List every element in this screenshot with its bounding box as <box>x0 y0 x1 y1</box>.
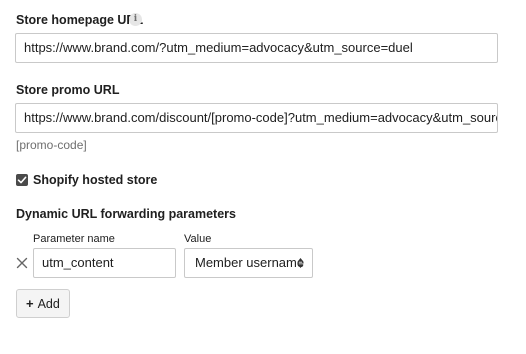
parameter-name-input[interactable]: utm_content <box>33 248 176 278</box>
store-homepage-url-input[interactable]: https://www.brand.com/?utm_medium=advoca… <box>15 33 498 63</box>
forwarding-params-label: Dynamic URL forwarding parameters <box>16 207 236 221</box>
promo-code-hint: [promo-code] <box>16 138 87 152</box>
checkmark-icon <box>17 176 27 184</box>
select-arrows-icon <box>297 258 304 268</box>
close-icon[interactable] <box>16 257 28 269</box>
value-select[interactable]: Member username <box>184 248 313 278</box>
store-promo-url-input[interactable]: https://www.brand.com/discount/[promo-co… <box>15 103 498 133</box>
parameter-name-header: Parameter name <box>33 233 115 245</box>
add-button-label: Add <box>37 297 60 311</box>
value-header: Value <box>184 233 212 245</box>
info-icon[interactable]: i <box>129 13 142 26</box>
add-parameter-button[interactable]: + Add <box>16 289 70 318</box>
value-select-label: Member username <box>195 255 305 270</box>
store-homepage-url-label: Store homepage URL <box>16 13 144 27</box>
store-promo-url-label: Store promo URL <box>16 83 120 97</box>
plus-icon: + <box>26 296 34 311</box>
shopify-hosted-store-checkbox[interactable] <box>16 174 28 186</box>
shopify-hosted-store-label: Shopify hosted store <box>33 173 158 187</box>
